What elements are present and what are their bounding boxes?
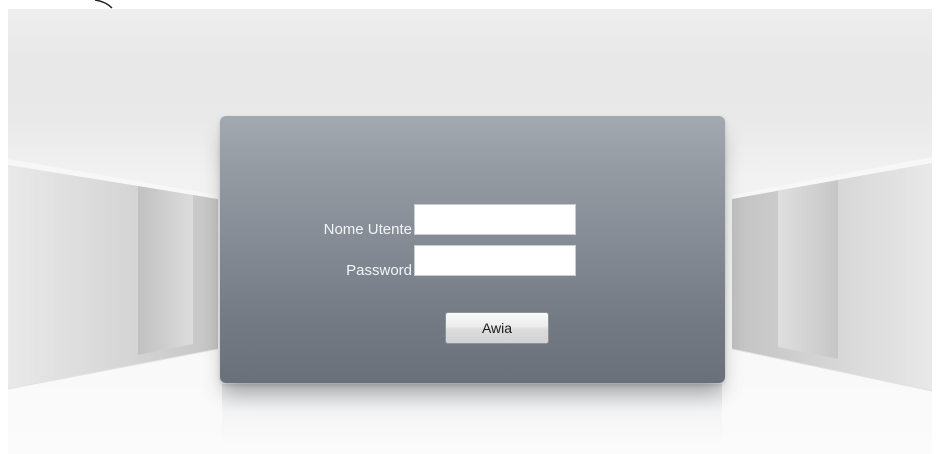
username-input[interactable] xyxy=(414,204,576,235)
login-panel: Nome Utente Password Awia xyxy=(220,116,725,383)
login-button[interactable]: Awia xyxy=(445,312,549,344)
panel-reflection xyxy=(222,384,722,446)
login-screen: Nome Utente Password Awia xyxy=(0,0,936,454)
username-label: Nome Utente xyxy=(323,221,412,238)
password-input[interactable] xyxy=(414,245,576,276)
password-label: Password xyxy=(346,262,412,279)
